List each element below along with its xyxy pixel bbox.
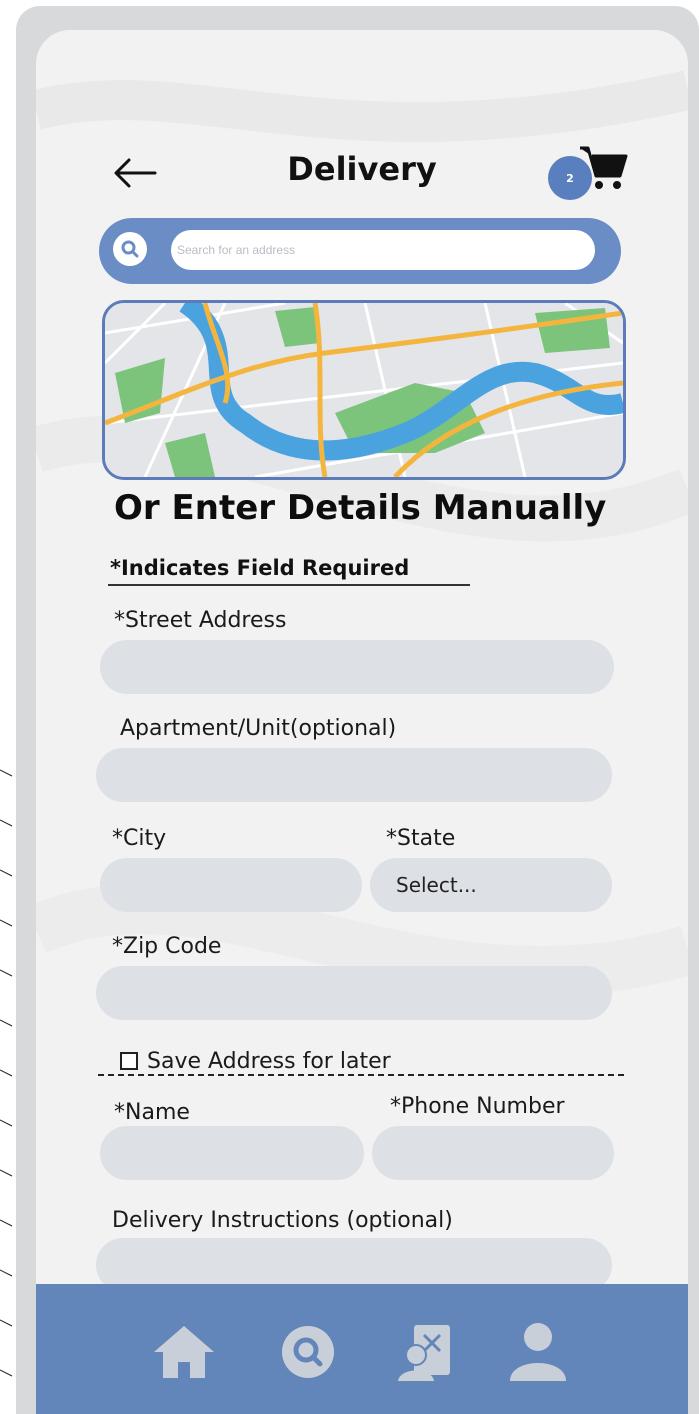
state-select-value: Select... (396, 873, 477, 897)
cart-button[interactable]: 2 (548, 142, 628, 204)
arrow-left-icon (114, 158, 157, 188)
nav-menu[interactable] (392, 1320, 456, 1384)
save-address-checkbox[interactable] (120, 1052, 138, 1070)
apartment-input[interactable] (96, 748, 612, 802)
nav-search[interactable] (276, 1320, 340, 1384)
dashed-divider (98, 1074, 624, 1076)
zip-code-label: *Zip Code (112, 934, 222, 959)
name-input[interactable] (100, 1126, 364, 1180)
profile-icon (510, 1323, 566, 1381)
save-address-label: Save Address for later (147, 1048, 391, 1074)
phone-number-label: *Phone Number (390, 1094, 565, 1119)
cart-count-badge: 2 (548, 156, 592, 200)
search-button[interactable] (113, 232, 147, 266)
map-view[interactable] (102, 300, 626, 480)
save-address-option[interactable]: Save Address for later (120, 1044, 391, 1078)
required-fields-note: *Indicates Field Required (108, 556, 470, 586)
nav-home[interactable] (152, 1320, 216, 1384)
back-button[interactable] (112, 150, 158, 196)
apartment-label: Apartment/Unit(optional) (120, 716, 397, 741)
name-label: *Name (114, 1100, 190, 1125)
search-icon (121, 240, 139, 258)
bottom-navigation (36, 1284, 688, 1414)
street-address-label: *Street Address (114, 608, 287, 633)
nav-profile[interactable] (506, 1320, 570, 1384)
state-label: *State (386, 826, 456, 851)
map-illustration (105, 303, 623, 477)
address-search-input[interactable] (171, 230, 595, 270)
delivery-instructions-label: Delivery Instructions (optional) (112, 1208, 453, 1233)
delivery-screen: Delivery 2 Search for an address Or Ente… (36, 30, 688, 1414)
street-address-input[interactable] (100, 640, 614, 694)
menu-icon (398, 1325, 450, 1381)
city-input[interactable] (100, 858, 362, 912)
home-icon (154, 1326, 214, 1378)
phone-number-input[interactable] (372, 1126, 614, 1180)
state-select[interactable]: Select... (370, 858, 612, 912)
city-label: *City (112, 826, 167, 851)
manual-entry-heading: Or Enter Details Manually (114, 488, 607, 528)
zip-code-input[interactable] (96, 966, 612, 1020)
search-icon (282, 1326, 334, 1378)
page-title: Delivery (287, 150, 437, 188)
